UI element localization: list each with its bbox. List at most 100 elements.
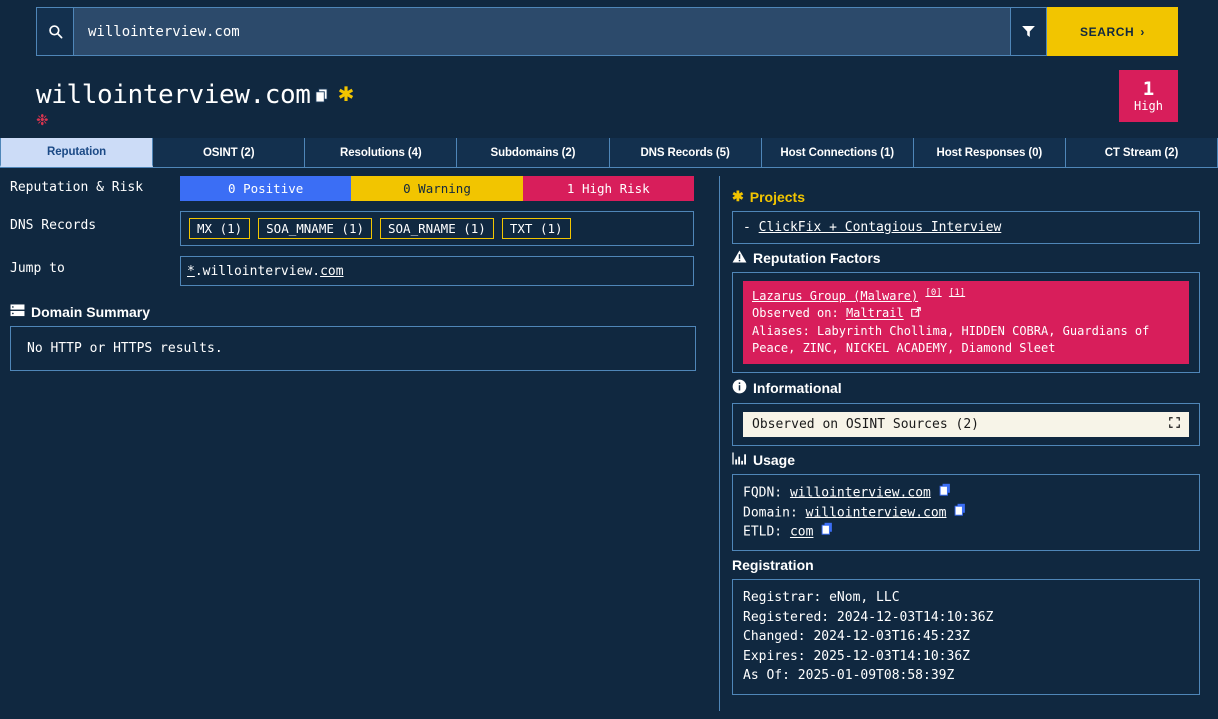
reputation-factor-title-row: Lazarus Group (Malware) [0] [1]: [752, 287, 1180, 305]
tab-subdomains[interactable]: Subdomains (2): [457, 138, 610, 167]
domain-summary-title: Domain Summary: [31, 304, 151, 320]
copy-icon[interactable]: [315, 88, 328, 103]
reputation-factors-title: Reputation Factors: [753, 250, 881, 266]
usage-domain-value[interactable]: willointerview.com: [806, 505, 947, 520]
tab-label: Reputation: [47, 145, 107, 158]
observed-on-row: Observed on: Maltrail: [752, 305, 1180, 323]
registration-registered: Registered: 2024-12-03T14:10:36Z: [743, 609, 994, 625]
usage-fqdn-label: FQDN:: [743, 485, 783, 501]
observed-on-label: Observed on:: [752, 306, 839, 321]
filter-icon[interactable]: [1011, 7, 1047, 56]
search-bar: SEARCH ›: [36, 7, 1178, 56]
asterisk-icon[interactable]: ✱: [338, 85, 355, 105]
reputation-risk-row: Reputation & Risk 0 Positive 0 Warning 1…: [0, 176, 706, 201]
informational-row[interactable]: Observed on OSINT Sources (2): [743, 411, 1189, 437]
tab-label: Resolutions (4): [340, 146, 422, 159]
jump-to-wildcard: *: [187, 264, 195, 279]
dns-chip-soa-mname[interactable]: SOA_MNAME (1): [258, 218, 372, 239]
usage-row-domain: Domain: willointerview.com: [743, 503, 1189, 523]
registration-expires: Expires: 2025-12-03T14:10:36Z: [743, 648, 970, 664]
jump-to-link[interactable]: *.willointerview.com: [187, 264, 344, 279]
domain-summary-text: No HTTP or HTTPS results.: [27, 341, 223, 356]
risk-badge[interactable]: 1 High: [1119, 70, 1178, 122]
tab-resolutions[interactable]: Resolutions (4): [305, 138, 458, 167]
observed-on-source[interactable]: Maltrail: [846, 307, 904, 321]
projects-title: Projects: [749, 188, 805, 205]
search-input[interactable]: [74, 7, 1011, 56]
project-bullet: -: [743, 220, 751, 235]
tab-reputation[interactable]: Reputation: [0, 138, 154, 167]
dns-chip-soa-rname[interactable]: SOA_RNAME (1): [380, 218, 494, 239]
right-panel: ✱ Projects - ClickFix + Contagious Inter…: [719, 176, 1210, 711]
informational-header: Informational: [732, 379, 1200, 397]
jump-to-row: Jump to *.willointerview.com: [0, 256, 706, 286]
tag-asterisk-icon[interactable]: ❉: [36, 113, 49, 128]
reputation-warning-segment[interactable]: 0 Warning: [351, 176, 523, 201]
tab-ct-stream[interactable]: CT Stream (2): [1065, 138, 1218, 167]
reputation-highrisk-segment[interactable]: 1 High Risk: [522, 176, 694, 201]
risk-badge-label: High: [1134, 99, 1163, 114]
asterisk-icon: ✱: [732, 188, 744, 204]
tab-host-responses[interactable]: Host Responses (0): [913, 138, 1066, 167]
dns-chip-txt[interactable]: TXT (1): [501, 218, 571, 239]
chevron-right-icon: ›: [1140, 24, 1145, 39]
registration-registrar: Registrar: eNom, LLC: [743, 590, 900, 606]
copy-icon[interactable]: [954, 503, 966, 523]
search-button[interactable]: SEARCH ›: [1047, 7, 1178, 56]
external-link-icon[interactable]: [911, 305, 921, 322]
tab-label: Host Connections (1): [780, 146, 894, 159]
domain-summary-header: Domain Summary: [10, 304, 706, 320]
domain-summary-box: No HTTP or HTTPS results.: [10, 326, 696, 371]
registration-header: Registration: [732, 557, 1200, 573]
aliases-label: Aliases:: [752, 323, 810, 338]
aliases-row: Aliases: Labyrinth Chollima, HIDDEN COBR…: [752, 323, 1180, 358]
reference-0[interactable]: [0]: [925, 288, 941, 298]
search-button-label: SEARCH: [1080, 24, 1135, 39]
tab-label: CT Stream (2): [1104, 146, 1179, 159]
registration-asof: As Of: 2025-01-09T08:58:39Z: [743, 668, 955, 684]
reputation-factors-box: Lazarus Group (Malware) [0] [1] Observed…: [732, 272, 1200, 373]
warning-triangle-icon: [732, 250, 747, 266]
reputation-bar: 0 Positive 0 Warning 1 High Risk: [180, 176, 694, 201]
reputation-factor-card: Lazarus Group (Malware) [0] [1] Observed…: [743, 281, 1189, 364]
reference-1[interactable]: [1]: [949, 288, 965, 298]
informational-row-label: Observed on OSINT Sources (2): [752, 416, 979, 432]
usage-fqdn-value[interactable]: willointerview.com: [790, 485, 931, 500]
dns-chip-container: MX (1) SOA_MNAME (1) SOA_RNAME (1) TXT (…: [180, 211, 694, 246]
registration-title: Registration: [732, 557, 814, 574]
jump-to-mid: .willointerview.: [194, 264, 321, 279]
usage-box: FQDN: willointerview.com Domain: willoin…: [732, 473, 1200, 552]
dns-records-label: DNS Records: [10, 218, 97, 233]
project-list-item: - ClickFix + Contagious Interview: [743, 220, 1189, 235]
copy-icon[interactable]: [821, 522, 833, 542]
page-title-row: willointerview.com ✱: [36, 80, 354, 110]
tab-label: Subdomains (2): [490, 146, 576, 159]
tab-label: DNS Records (5): [640, 146, 730, 159]
tab-dns-records[interactable]: DNS Records (5): [609, 138, 762, 167]
aliases-value: Labyrinth Chollima, HIDDEN COBRA, Guardi…: [752, 323, 1150, 356]
search-icon[interactable]: [36, 7, 74, 56]
project-link[interactable]: ClickFix + Contagious Interview: [759, 220, 1002, 235]
tab-label: OSINT (2): [202, 146, 255, 159]
copy-icon[interactable]: [939, 483, 951, 503]
usage-etld-label: ETLD:: [743, 524, 783, 540]
reputation-positive-segment[interactable]: 0 Positive: [180, 176, 352, 201]
reputation-risk-label: Reputation & Risk: [10, 180, 144, 195]
jump-to-tld: com: [320, 264, 344, 279]
dns-chip-mx[interactable]: MX (1): [189, 218, 251, 239]
tab-osint[interactable]: OSINT (2): [153, 138, 306, 167]
server-icon: [10, 304, 25, 320]
usage-row-etld: ETLD: com: [743, 522, 1189, 542]
dns-records-row: DNS Records MX (1) SOA_MNAME (1) SOA_RNA…: [0, 211, 706, 246]
tab-label: Host Responses (0): [936, 146, 1043, 159]
registration-box: Registrar: eNom, LLC Registered: 2024-12…: [732, 579, 1200, 695]
informational-box: Observed on OSINT Sources (2): [732, 402, 1200, 446]
tab-host-connections[interactable]: Host Connections (1): [761, 138, 914, 167]
projects-box: - ClickFix + Contagious Interview: [732, 211, 1200, 244]
expand-icon[interactable]: [1169, 416, 1180, 432]
usage-etld-value[interactable]: com: [790, 525, 813, 540]
usage-title: Usage: [753, 451, 796, 468]
usage-row-fqdn: FQDN: willointerview.com: [743, 483, 1189, 503]
projects-header: ✱ Projects: [732, 188, 1200, 205]
reputation-factor-name[interactable]: Lazarus Group (Malware): [752, 289, 918, 303]
